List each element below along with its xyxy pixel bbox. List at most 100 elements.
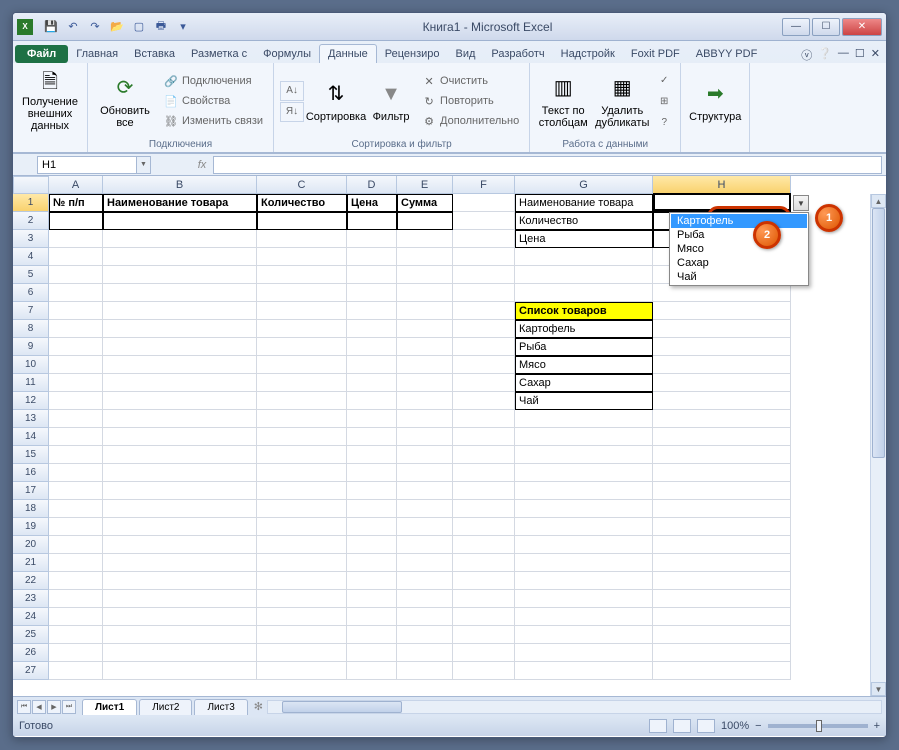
cell-A13[interactable]	[49, 410, 103, 428]
reapply-button[interactable]: ↻Повторить	[418, 91, 523, 111]
dropdown-item[interactable]: Картофель	[671, 214, 807, 228]
cell-G1[interactable]: Наименование товара	[515, 194, 653, 212]
cell-F25[interactable]	[453, 626, 515, 644]
cell-E3[interactable]	[397, 230, 453, 248]
doc-restore-icon[interactable]: ☐	[855, 47, 865, 63]
cell-C25[interactable]	[257, 626, 347, 644]
cell-C18[interactable]	[257, 500, 347, 518]
cell-D2[interactable]	[347, 212, 397, 230]
cell-G2[interactable]: Количество	[515, 212, 653, 230]
cell-A23[interactable]	[49, 590, 103, 608]
cell-B25[interactable]	[103, 626, 257, 644]
cell-F15[interactable]	[453, 446, 515, 464]
cell-H20[interactable]	[653, 536, 791, 554]
cell-C2[interactable]	[257, 212, 347, 230]
cell-B18[interactable]	[103, 500, 257, 518]
tab-home[interactable]: Главная	[68, 45, 126, 63]
cell-D18[interactable]	[347, 500, 397, 518]
cell-B12[interactable]	[103, 392, 257, 410]
cell-F17[interactable]	[453, 482, 515, 500]
cell-E27[interactable]	[397, 662, 453, 680]
cell-G9[interactable]: Рыба	[515, 338, 653, 356]
qat-more-icon[interactable]: ▾	[173, 17, 193, 37]
sheet-nav-last-icon[interactable]: ⏭	[62, 700, 76, 714]
cell-F16[interactable]	[453, 464, 515, 482]
select-all-corner[interactable]	[13, 176, 49, 194]
cell-G25[interactable]	[515, 626, 653, 644]
cell-F11[interactable]	[453, 374, 515, 392]
cell-B15[interactable]	[103, 446, 257, 464]
row-header-7[interactable]: 7	[13, 302, 49, 320]
cell-F27[interactable]	[453, 662, 515, 680]
cell-C7[interactable]	[257, 302, 347, 320]
cell-E13[interactable]	[397, 410, 453, 428]
zoom-in-button[interactable]: +	[874, 720, 880, 732]
zoom-thumb[interactable]	[816, 720, 822, 732]
cell-A26[interactable]	[49, 644, 103, 662]
cell-H1[interactable]	[653, 194, 791, 212]
dropdown-item[interactable]: Сахар	[671, 256, 807, 270]
cell-C12[interactable]	[257, 392, 347, 410]
name-box[interactable]: H1	[37, 156, 137, 174]
column-header-A[interactable]: A	[49, 176, 103, 194]
row-header-10[interactable]: 10	[13, 356, 49, 374]
row-header-18[interactable]: 18	[13, 500, 49, 518]
cell-E26[interactable]	[397, 644, 453, 662]
column-header-B[interactable]: B	[103, 176, 257, 194]
cell-E12[interactable]	[397, 392, 453, 410]
cell-A19[interactable]	[49, 518, 103, 536]
cell-D21[interactable]	[347, 554, 397, 572]
cell-E21[interactable]	[397, 554, 453, 572]
cell-D11[interactable]	[347, 374, 397, 392]
cell-E7[interactable]	[397, 302, 453, 320]
row-header-19[interactable]: 19	[13, 518, 49, 536]
row-header-15[interactable]: 15	[13, 446, 49, 464]
row-header-20[interactable]: 20	[13, 536, 49, 554]
cell-B27[interactable]	[103, 662, 257, 680]
cell-A7[interactable]	[49, 302, 103, 320]
cell-D1[interactable]: Цена	[347, 194, 397, 212]
zoom-out-button[interactable]: −	[755, 720, 761, 732]
row-header-25[interactable]: 25	[13, 626, 49, 644]
cell-E19[interactable]	[397, 518, 453, 536]
cell-D5[interactable]	[347, 266, 397, 284]
cell-A21[interactable]	[49, 554, 103, 572]
cell-A24[interactable]	[49, 608, 103, 626]
cell-G23[interactable]	[515, 590, 653, 608]
cell-B5[interactable]	[103, 266, 257, 284]
cell-A1[interactable]: № п/п	[49, 194, 103, 212]
row-header-16[interactable]: 16	[13, 464, 49, 482]
cell-C17[interactable]	[257, 482, 347, 500]
filter-button[interactable]: ▼ Фильтр	[368, 68, 414, 134]
fx-icon[interactable]: fx	[191, 156, 213, 174]
scroll-up-icon[interactable]: ▲	[871, 194, 886, 208]
cell-H27[interactable]	[653, 662, 791, 680]
cell-F23[interactable]	[453, 590, 515, 608]
cell-E10[interactable]	[397, 356, 453, 374]
row-header-6[interactable]: 6	[13, 284, 49, 302]
tab-insert[interactable]: Вставка	[126, 45, 183, 63]
cell-D19[interactable]	[347, 518, 397, 536]
cell-C15[interactable]	[257, 446, 347, 464]
cell-C20[interactable]	[257, 536, 347, 554]
cell-E24[interactable]	[397, 608, 453, 626]
tab-abbyy[interactable]: ABBYY PDF	[688, 45, 766, 63]
cell-C10[interactable]	[257, 356, 347, 374]
cell-B14[interactable]	[103, 428, 257, 446]
cell-H8[interactable]	[653, 320, 791, 338]
cell-H7[interactable]	[653, 302, 791, 320]
cell-B6[interactable]	[103, 284, 257, 302]
cell-D12[interactable]	[347, 392, 397, 410]
cell-F8[interactable]	[453, 320, 515, 338]
cell-B17[interactable]	[103, 482, 257, 500]
cell-H25[interactable]	[653, 626, 791, 644]
scroll-down-icon[interactable]: ▼	[871, 682, 886, 696]
sheet-tab-1[interactable]: Лист1	[82, 699, 137, 715]
cell-A12[interactable]	[49, 392, 103, 410]
vertical-scrollbar[interactable]: ▲ ▼	[870, 194, 886, 696]
cell-C6[interactable]	[257, 284, 347, 302]
cell-E4[interactable]	[397, 248, 453, 266]
cell-B7[interactable]	[103, 302, 257, 320]
cell-A18[interactable]	[49, 500, 103, 518]
cell-H6[interactable]	[653, 284, 791, 302]
